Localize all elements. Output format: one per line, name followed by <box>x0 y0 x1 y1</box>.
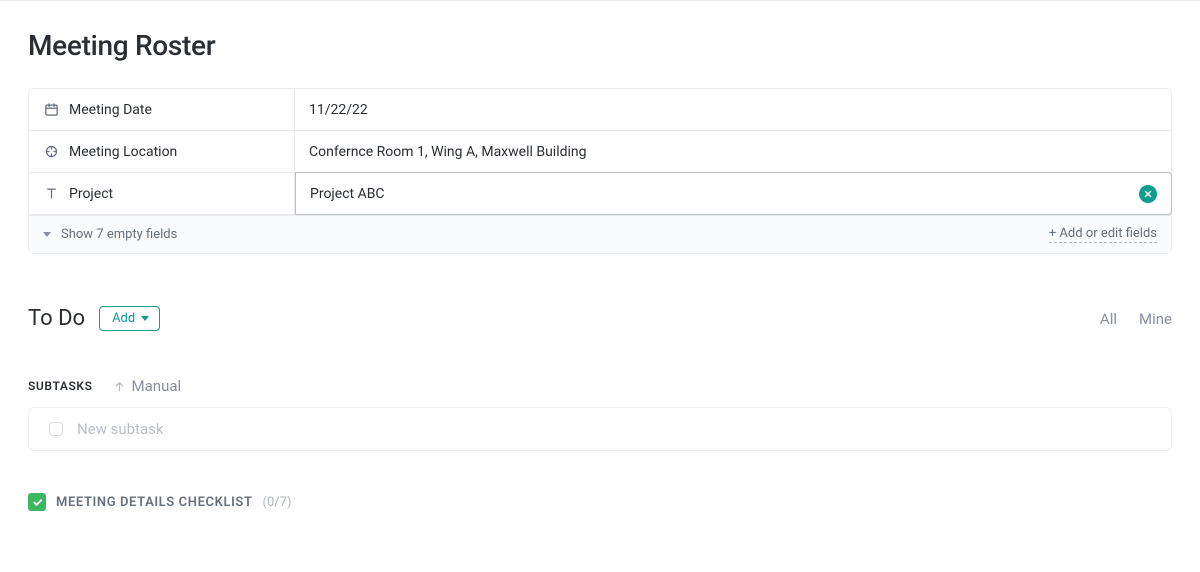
field-row-meeting-date: Meeting Date 11/22/22 <box>29 89 1171 131</box>
todo-section: To Do Add All Mine SUBTASKS Manual <box>28 306 1172 511</box>
field-label: Project <box>29 173 295 214</box>
checklist-count: (0/7) <box>263 495 292 510</box>
location-icon <box>43 144 59 160</box>
chevron-down-icon <box>43 232 51 237</box>
field-value-text: 11/22/22 <box>309 102 368 118</box>
text-icon <box>43 186 59 202</box>
page-title: Meeting Roster <box>28 29 1172 62</box>
add-edit-fields-button[interactable]: + Add or edit fields <box>1049 226 1157 243</box>
project-input[interactable] <box>310 186 1131 202</box>
field-label: Meeting Location <box>29 131 295 172</box>
subtasks-label: SUBTASKS <box>28 379 93 393</box>
field-row-meeting-location: Meeting Location Confernce Room 1, Wing … <box>29 131 1171 173</box>
filter-all[interactable]: All <box>1100 310 1117 328</box>
field-value-meeting-location[interactable]: Confernce Room 1, Wing A, Maxwell Buildi… <box>295 131 1171 172</box>
arrow-up-icon <box>113 380 126 393</box>
show-empty-label: Show 7 empty fields <box>61 227 177 242</box>
field-value-project[interactable] <box>295 172 1172 215</box>
show-empty-fields-toggle[interactable]: Show 7 empty fields <box>43 227 177 242</box>
chevron-down-icon <box>141 316 149 321</box>
field-label-text: Meeting Date <box>69 102 152 118</box>
clear-icon[interactable] <box>1139 185 1157 203</box>
todo-header: To Do Add All Mine <box>28 306 1172 331</box>
field-label-text: Meeting Location <box>69 144 177 160</box>
field-label: Meeting Date <box>29 89 295 130</box>
fields-table: Meeting Date 11/22/22 Meeting Location C… <box>28 88 1172 254</box>
field-label-text: Project <box>69 186 113 202</box>
sort-mode-label: Manual <box>132 377 182 395</box>
checklist-header[interactable]: MEETING DETAILS CHECKLIST (0/7) <box>28 493 1172 511</box>
filter-tabs: All Mine <box>1100 310 1172 328</box>
checkbox-icon <box>49 422 63 436</box>
fields-footer: Show 7 empty fields + Add or edit fields <box>29 215 1171 253</box>
new-subtask-input[interactable] <box>77 420 1151 438</box>
filter-mine[interactable]: Mine <box>1139 310 1172 328</box>
add-button-label: Add <box>112 311 135 326</box>
checklist-title: MEETING DETAILS CHECKLIST <box>56 495 253 510</box>
new-subtask-row[interactable] <box>28 407 1172 451</box>
sort-mode-toggle[interactable]: Manual <box>113 377 182 395</box>
add-button[interactable]: Add <box>99 306 160 331</box>
field-row-project: Project <box>29 173 1171 215</box>
field-value-meeting-date[interactable]: 11/22/22 <box>295 89 1171 130</box>
field-value-text: Confernce Room 1, Wing A, Maxwell Buildi… <box>309 144 587 160</box>
todo-heading: To Do <box>28 306 85 331</box>
checkmark-icon <box>28 493 46 511</box>
calendar-icon <box>43 102 59 118</box>
todo-heading-group: To Do Add <box>28 306 160 331</box>
subtasks-header: SUBTASKS Manual <box>28 377 1172 395</box>
